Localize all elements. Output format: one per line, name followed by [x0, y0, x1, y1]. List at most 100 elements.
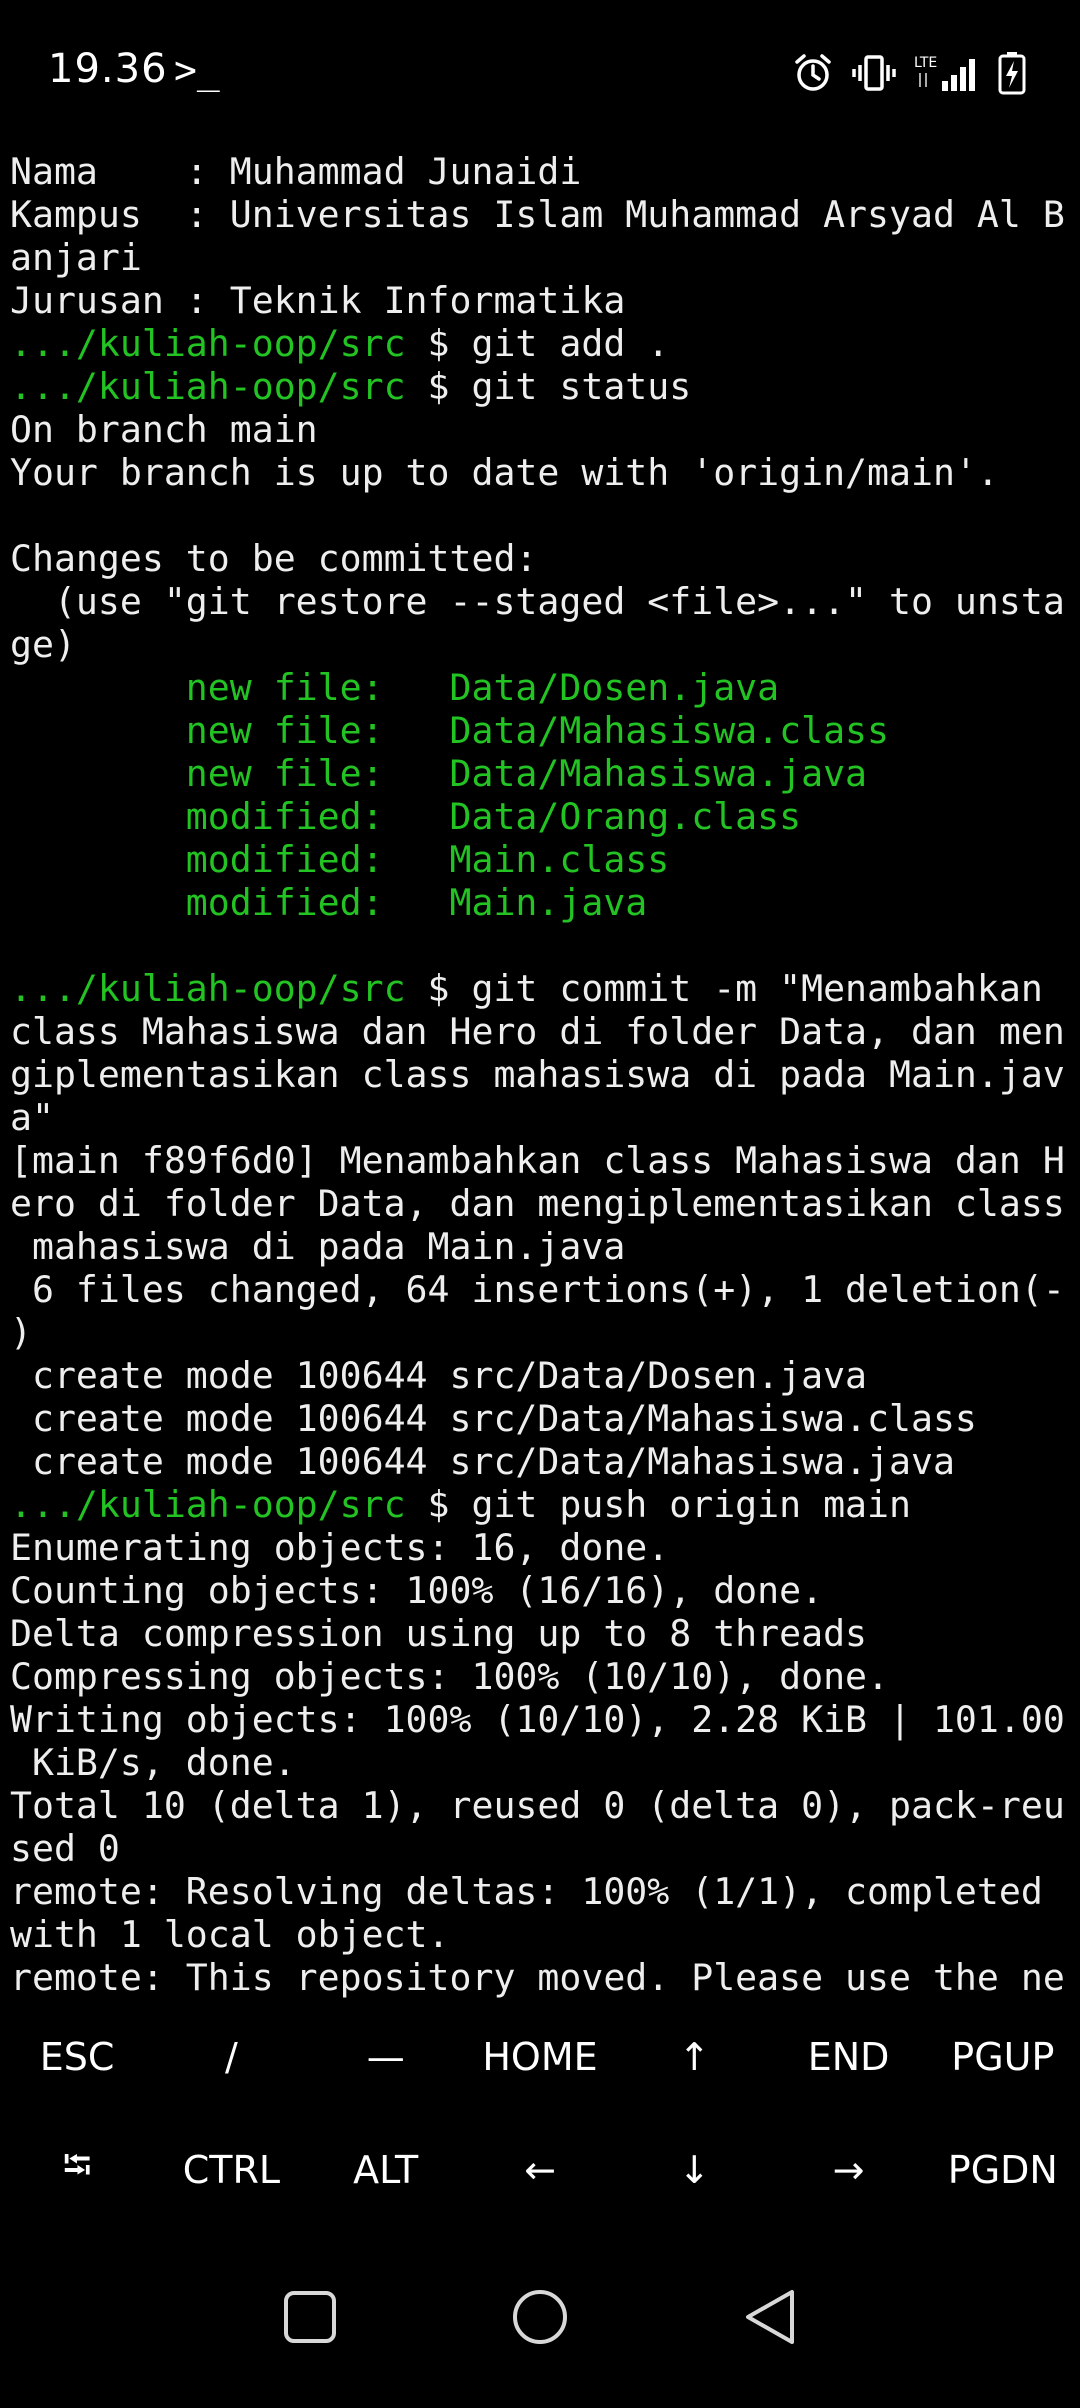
key-ctrl[interactable]: CTRL [154, 2113, 308, 2226]
terminal-path-text: .../kuliah-oop/src [10, 365, 406, 408]
key-alt[interactable]: ALT [309, 2113, 463, 2226]
key-tab[interactable]: ⭾ [0, 2113, 154, 2226]
key-end[interactable]: END [771, 2000, 925, 2113]
terminal-line: Your branch is up to date with 'origin/m… [10, 451, 1072, 494]
key-slash[interactable]: / [154, 2000, 308, 2113]
key-home[interactable]: HOME [463, 2000, 617, 2113]
terminal-text: ge) [10, 623, 76, 666]
terminal-text: anjari [10, 236, 142, 279]
terminal-path-text: .../kuliah-oop/src [10, 322, 406, 365]
terminal-line: Compressing objects: 100% (10/10), done. [10, 1655, 1072, 1698]
terminal-text: $ git add . [405, 322, 670, 365]
terminal-path-text: modified: Main.java [10, 881, 648, 924]
terminal-path-text: new file: Data/Mahasiswa.class [10, 709, 889, 752]
terminal-line: Delta compression using up to 8 threads [10, 1612, 1072, 1655]
extra-keys-row-2: ⭾ CTRL ALT ← ↓ → PGDN [0, 2113, 1080, 2226]
terminal-text: remote: This repository moved. Please us… [10, 1956, 1065, 1999]
terminal-text: with 1 local object. [10, 1913, 450, 1956]
terminal-text: Writing objects: 100% (10/10), 2.28 KiB … [10, 1698, 1065, 1741]
terminal-line: modified: Data/Orang.class [10, 795, 1072, 838]
terminal-line: ge) [10, 623, 1072, 666]
terminal-path-text: modified: Main.class [10, 838, 670, 881]
terminal-text: ero di folder Data, dan mengiplementasik… [10, 1182, 1065, 1225]
terminal-text: create mode 100644 src/Data/Mahasiswa.cl… [10, 1397, 977, 1440]
terminal-text: Your branch is up to date with 'origin/m… [10, 451, 999, 494]
terminal-text: 6 files changed, 64 insertions(+), 1 del… [10, 1268, 1065, 1311]
terminal-line: modified: Main.java [10, 881, 1072, 924]
terminal-text: giplementasikan class mahasiswa di pada … [10, 1053, 1065, 1096]
extra-keys-bar: ESC / — HOME ↑ END PGUP ⭾ CTRL ALT ← ↓ → PGDN [0, 2000, 1080, 2226]
termux-notification-icon: >_ [174, 48, 220, 92]
status-bar: 19.36 >_ LTE [0, 0, 1080, 145]
vibrate-icon [852, 53, 896, 93]
terminal-line: Nama : Muhammad Junaidi [10, 150, 1072, 193]
terminal-line: new file: Data/Mahasiswa.java [10, 752, 1072, 795]
terminal-text: $ git status [405, 365, 692, 408]
terminal-line: new file: Data/Dosen.java [10, 666, 1072, 709]
status-time: 19.36 [48, 46, 168, 92]
terminal-text: On branch main [10, 408, 318, 451]
terminal-line: Writing objects: 100% (10/10), 2.28 KiB … [10, 1698, 1072, 1741]
terminal-text: sed 0 [10, 1827, 120, 1870]
key-pgup[interactable]: PGUP [926, 2000, 1080, 2113]
terminal-line: ) [10, 1311, 1072, 1354]
terminal-text: Nama : Muhammad Junaidi [10, 150, 582, 193]
terminal-text: Jurusan : Teknik Informatika [10, 279, 626, 322]
terminal-line: remote: Resolving deltas: 100% (1/1), co… [10, 1870, 1072, 1913]
terminal-path-text: .../kuliah-oop/src [10, 967, 406, 1010]
terminal-text: Counting objects: 100% (16/16), done. [10, 1569, 824, 1612]
terminal-line: .../kuliah-oop/src $ git commit -m "Mena… [10, 967, 1072, 1010]
terminal-text: a" [10, 1096, 54, 1139]
terminal-text: $ git push origin main [405, 1483, 911, 1526]
terminal-text: [main f89f6d0] Menambahkan class Mahasis… [10, 1139, 1065, 1182]
terminal-line: sed 0 [10, 1827, 1072, 1870]
terminal-path-text: new file: Data/Dosen.java [10, 666, 780, 709]
terminal-path-text: modified: Data/Orang.class [10, 795, 802, 838]
terminal-line: .../kuliah-oop/src $ git add . [10, 322, 1072, 365]
terminal-text: (use "git restore --staged <file>..." to… [10, 580, 1065, 623]
terminal-line: [main f89f6d0] Menambahkan class Mahasis… [10, 1139, 1072, 1182]
terminal-line: .../kuliah-oop/src $ git push origin mai… [10, 1483, 1072, 1526]
terminal-line: (use "git restore --staged <file>..." to… [10, 580, 1072, 623]
terminal-text: KiB/s, done. [10, 1741, 296, 1784]
terminal-line: giplementasikan class mahasiswa di pada … [10, 1053, 1072, 1096]
terminal-line: KiB/s, done. [10, 1741, 1072, 1784]
back-icon[interactable] [730, 2277, 810, 2357]
terminal-line: Kampus : Universitas Islam Muhammad Arsy… [10, 193, 1072, 236]
key-down[interactable]: ↓ [617, 2113, 771, 2226]
key-dash[interactable]: — [309, 2000, 463, 2113]
terminal-text: ) [10, 1311, 32, 1354]
terminal-line: Total 10 (delta 1), reused 0 (delta 0), … [10, 1784, 1072, 1827]
terminal-text: Total 10 (delta 1), reused 0 (delta 0), … [10, 1784, 1065, 1827]
terminal-line: .../kuliah-oop/src $ git status [10, 365, 1072, 408]
key-esc[interactable]: ESC [0, 2000, 154, 2113]
terminal-text: class Mahasiswa dan Hero di folder Data,… [10, 1010, 1065, 1053]
terminal-line: Changes to be committed: [10, 537, 1072, 580]
terminal-line: anjari [10, 236, 1072, 279]
key-up[interactable]: ↑ [617, 2000, 771, 2113]
terminal-text: create mode 100644 src/Data/Dosen.java [10, 1354, 868, 1397]
key-right[interactable]: → [771, 2113, 925, 2226]
terminal-text: Delta compression using up to 8 threads [10, 1612, 868, 1655]
terminal-text: Kampus : Universitas Islam Muhammad Arsy… [10, 193, 1065, 236]
lte-label: LTE [914, 55, 937, 71]
alarm-icon [792, 52, 834, 94]
extra-keys-row-1: ESC / — HOME ↑ END PGUP [0, 2000, 1080, 2113]
recents-icon[interactable] [270, 2277, 350, 2357]
terminal-line: create mode 100644 src/Data/Mahasiswa.ja… [10, 1440, 1072, 1483]
key-pgdn[interactable]: PGDN [926, 2113, 1080, 2226]
terminal-text: Enumerating objects: 16, done. [10, 1526, 670, 1569]
terminal-line: Counting objects: 100% (16/16), done. [10, 1569, 1072, 1612]
terminal-line: with 1 local object. [10, 1913, 1072, 1956]
terminal-output[interactable]: Nama : Muhammad Junaidi Kampus : Universi… [10, 150, 1072, 2000]
key-left[interactable]: ← [463, 2113, 617, 2226]
home-icon[interactable] [500, 2277, 580, 2357]
terminal-text: Changes to be committed: [10, 537, 538, 580]
terminal-line: remote: This repository moved. Please us… [10, 1956, 1072, 1999]
terminal-line: modified: Main.class [10, 838, 1072, 881]
terminal-text: create mode 100644 src/Data/Mahasiswa.ja… [10, 1440, 955, 1483]
terminal-line: new file: Data/Mahasiswa.class [10, 709, 1072, 752]
terminal-line: 6 files changed, 64 insertions(+), 1 del… [10, 1268, 1072, 1311]
